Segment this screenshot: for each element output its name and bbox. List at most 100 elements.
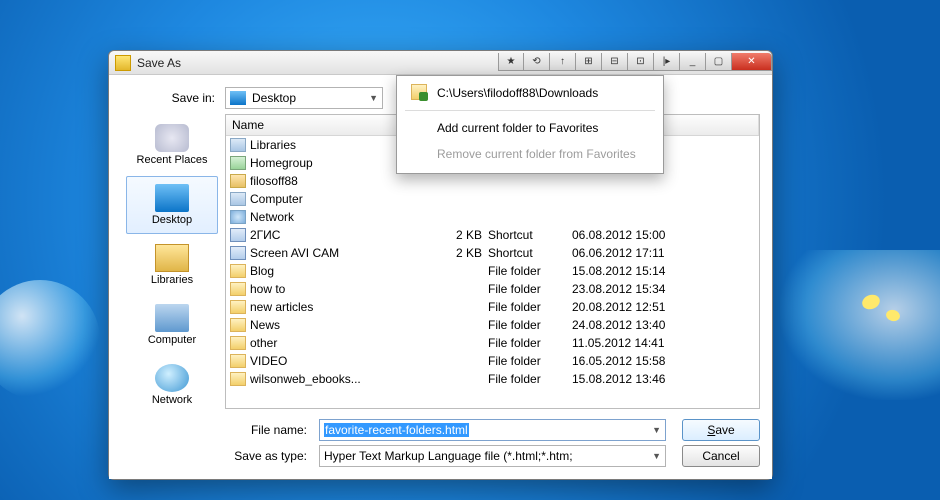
file-name: 2ГИС [250,228,430,242]
places-bar: Recent Places Desktop Libraries Computer Net… [119,110,225,469]
file-icon [230,156,246,170]
file-type: File folder [488,372,572,386]
column-header-name[interactable]: Name [226,115,412,135]
file-date: 11.05.2012 14:41 [572,336,759,350]
resize-button-2[interactable]: ⊟ [602,53,628,71]
list-item[interactable]: BlogFile folder15.08.2012 15:14 [226,262,759,280]
menu-separator [405,110,655,111]
desktop-icon [230,91,246,105]
file-date: 24.08.2012 13:40 [572,318,759,332]
file-type: File folder [488,336,572,350]
file-date: 23.08.2012 15:34 [572,282,759,296]
folder-download-icon [411,84,427,100]
file-date: 16.05.2012 15:58 [572,354,759,368]
cancel-button[interactable]: Cancel [682,445,760,467]
file-icon [230,138,246,152]
file-name: filosoff88 [250,174,430,188]
save-in-value: Desktop [252,91,296,105]
list-item[interactable]: 2ГИС2 KBShortcut06.08.2012 15:00 [226,226,759,244]
save-in-label: Save in: [119,86,225,110]
file-icon [230,228,246,242]
close-button[interactable]: ✕ [732,53,772,71]
rollup-button[interactable]: |▸ [654,53,680,71]
desktop-bg-orb-left [0,280,100,400]
list-item[interactable]: wilsonweb_ebooks...File folder15.08.2012… [226,370,759,388]
file-name: how to [250,282,430,296]
file-name: new articles [250,300,430,314]
window-title: Save As [137,56,498,70]
chevron-down-icon: ▼ [652,451,661,461]
list-item[interactable]: VIDEO File folder16.05.2012 15:58 [226,352,759,370]
file-name: Network [250,210,430,224]
recent-folders-button[interactable]: ⟲ [524,53,550,71]
file-icon [230,282,246,296]
chevron-down-icon: ▼ [369,93,378,103]
file-type: File folder [488,318,572,332]
favorites-menu[interactable]: C:\Users\filodoff88\Downloads Add curren… [396,75,664,174]
place-label: Network [152,394,192,406]
file-type: File folder [488,300,572,314]
file-name: News [250,318,430,332]
place-label: Computer [148,334,196,346]
file-icon [230,210,246,224]
places-libraries[interactable]: Libraries [126,236,218,294]
resize-button-1[interactable]: ⊞ [576,53,602,71]
remove-folder-from-favorites-item: Remove current folder from Favorites [397,141,663,167]
places-recent[interactable]: Recent Places [126,116,218,174]
file-name-value: favorite-recent-folders.html [324,423,469,437]
list-item[interactable]: filosoff88 [226,172,759,190]
list-item[interactable]: Screen AVI CAM2 KBShortcut06.06.2012 17:… [226,244,759,262]
place-label: Libraries [151,274,193,286]
file-name: VIDEO [250,354,430,368]
list-item[interactable]: Computer [226,190,759,208]
place-label: Desktop [152,214,192,226]
file-name: Screen AVI CAM [250,246,430,260]
go-up-button[interactable]: ↑ [550,53,576,71]
file-icon [230,372,246,386]
file-icon [230,318,246,332]
file-name: other [250,336,430,350]
resize-button-3[interactable]: ⊡ [628,53,654,71]
file-date: 06.08.2012 15:00 [572,228,759,242]
maximize-button[interactable]: ▢ [706,53,732,71]
file-size: 2 KB [430,228,488,242]
computer-icon [155,304,189,332]
file-date: 06.06.2012 17:11 [572,246,759,260]
favorite-path-item[interactable]: C:\Users\filodoff88\Downloads [397,80,663,106]
save-as-type-value: Hyper Text Markup Language file (*.html;… [324,449,573,463]
titlebar-buttons: ★ ⟲ ↑ ⊞ ⊟ ⊡ |▸ _ ▢ ✕ [498,55,772,71]
favorites-star-button[interactable]: ★ [498,53,524,71]
file-type: Shortcut [488,246,572,260]
list-item[interactable]: other File folder11.05.2012 14:41 [226,334,759,352]
file-type: Shortcut [488,228,572,242]
list-item[interactable]: how toFile folder23.08.2012 15:34 [226,280,759,298]
file-icon [230,246,246,260]
file-name: wilsonweb_ebooks... [250,372,430,386]
file-icon [230,336,246,350]
desktop-bg-orb-right [780,250,940,400]
places-desktop[interactable]: Desktop [126,176,218,234]
list-item[interactable]: News File folder24.08.2012 13:40 [226,316,759,334]
file-rows[interactable]: LibrariesHomegroupfilosoff88ComputerNetw… [226,136,759,408]
file-icon [230,264,246,278]
add-folder-to-favorites-item[interactable]: Add current folder to Favorites [397,115,663,141]
places-network[interactable]: Network [126,356,218,414]
chevron-down-icon: ▼ [652,425,661,435]
titlebar[interactable]: Save As ★ ⟲ ↑ ⊞ ⊟ ⊡ |▸ _ ▢ ✕ [109,51,772,75]
minimize-button[interactable]: _ [680,53,706,71]
file-date: 15.08.2012 15:14 [572,264,759,278]
save-in-dropdown[interactable]: Desktop ▼ [225,87,383,109]
file-size: 2 KB [430,246,488,260]
list-item[interactable]: new articlesFile folder20.08.2012 12:51 [226,298,759,316]
bottom-panel: File name: favorite-recent-folders.html … [225,417,760,469]
libraries-icon [155,244,189,272]
file-type: File folder [488,354,572,368]
save-button[interactable]: Save [682,419,760,441]
list-item[interactable]: Network [226,208,759,226]
network-icon [155,364,189,392]
save-as-type-label: Save as type: [225,449,311,463]
places-computer[interactable]: Computer [126,296,218,354]
file-icon [230,354,246,368]
save-as-type-dropdown[interactable]: Hyper Text Markup Language file (*.html;… [319,445,666,467]
file-name-input[interactable]: favorite-recent-folders.html ▼ [319,419,666,441]
